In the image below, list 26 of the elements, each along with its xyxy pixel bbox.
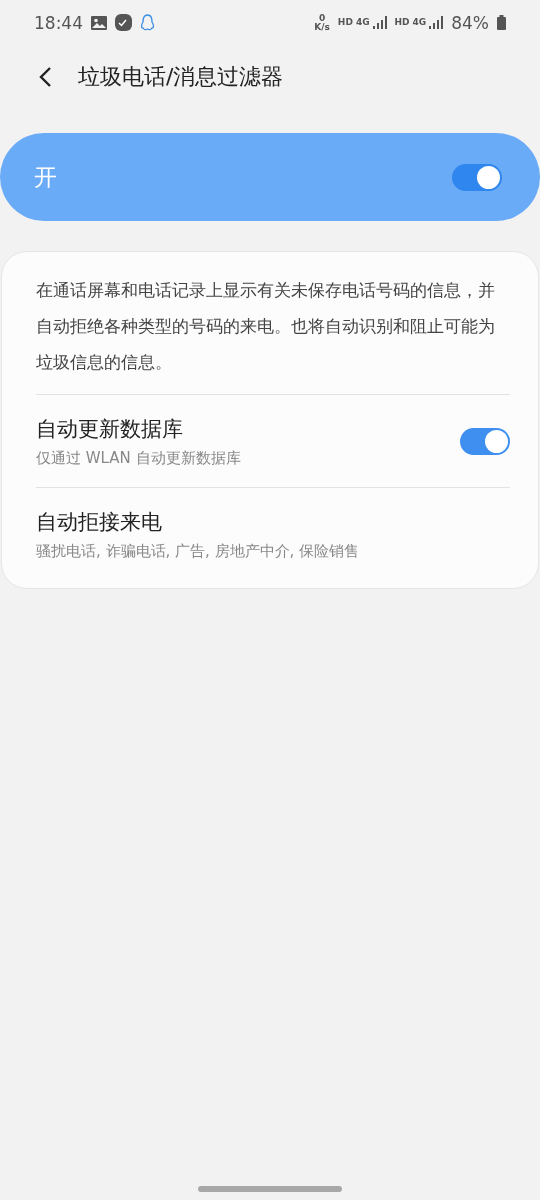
image-icon bbox=[91, 15, 107, 30]
network-type: 4G bbox=[355, 18, 370, 27]
speed-value: 0 bbox=[318, 13, 326, 23]
battery-icon bbox=[497, 15, 506, 30]
switch-label: 开 bbox=[34, 162, 58, 192]
setting-item[interactable]: 自动更新数据库 仅通过 WLAN 自动更新数据库 bbox=[36, 394, 510, 487]
battery-percent: 84% bbox=[451, 12, 489, 33]
toggle-switch[interactable] bbox=[460, 428, 510, 455]
toggle-switch[interactable] bbox=[452, 163, 502, 191]
hd-label: HD bbox=[337, 18, 353, 27]
setting-subtitle: 骚扰电话, 诈骗电话, 广告, 房地产中介, 保险销售 bbox=[36, 542, 361, 561]
speed-unit: K/s bbox=[314, 22, 330, 32]
check-badge-icon bbox=[115, 14, 132, 31]
network-type: 4G bbox=[412, 18, 427, 27]
hd-label: HD bbox=[394, 18, 410, 27]
penguin-icon bbox=[140, 13, 155, 32]
page-title: 垃圾电话/消息过滤器 bbox=[78, 63, 284, 91]
signal-icon bbox=[429, 16, 444, 29]
clock-time: 18:44 bbox=[34, 12, 83, 33]
setting-subtitle: 仅通过 WLAN 自动更新数据库 bbox=[36, 449, 242, 468]
description-text: 在通话屏幕和电话记录上显示有关未保存电话号码的信息，并自动拒绝各种类型的号码的来电。也将自动识别和阻止可能为垃圾信息的信息。 bbox=[36, 279, 496, 374]
setting-title: 自动更新数据库 bbox=[36, 416, 184, 443]
setting-title: 自动拒接来电 bbox=[36, 509, 163, 536]
signal-icon bbox=[372, 16, 387, 29]
setting-item[interactable]: 自动拒接来电 骚扰电话, 诈骗电话, 广告, 房地产中介, 保险销售 bbox=[36, 487, 510, 580]
back-icon bbox=[38, 66, 52, 88]
